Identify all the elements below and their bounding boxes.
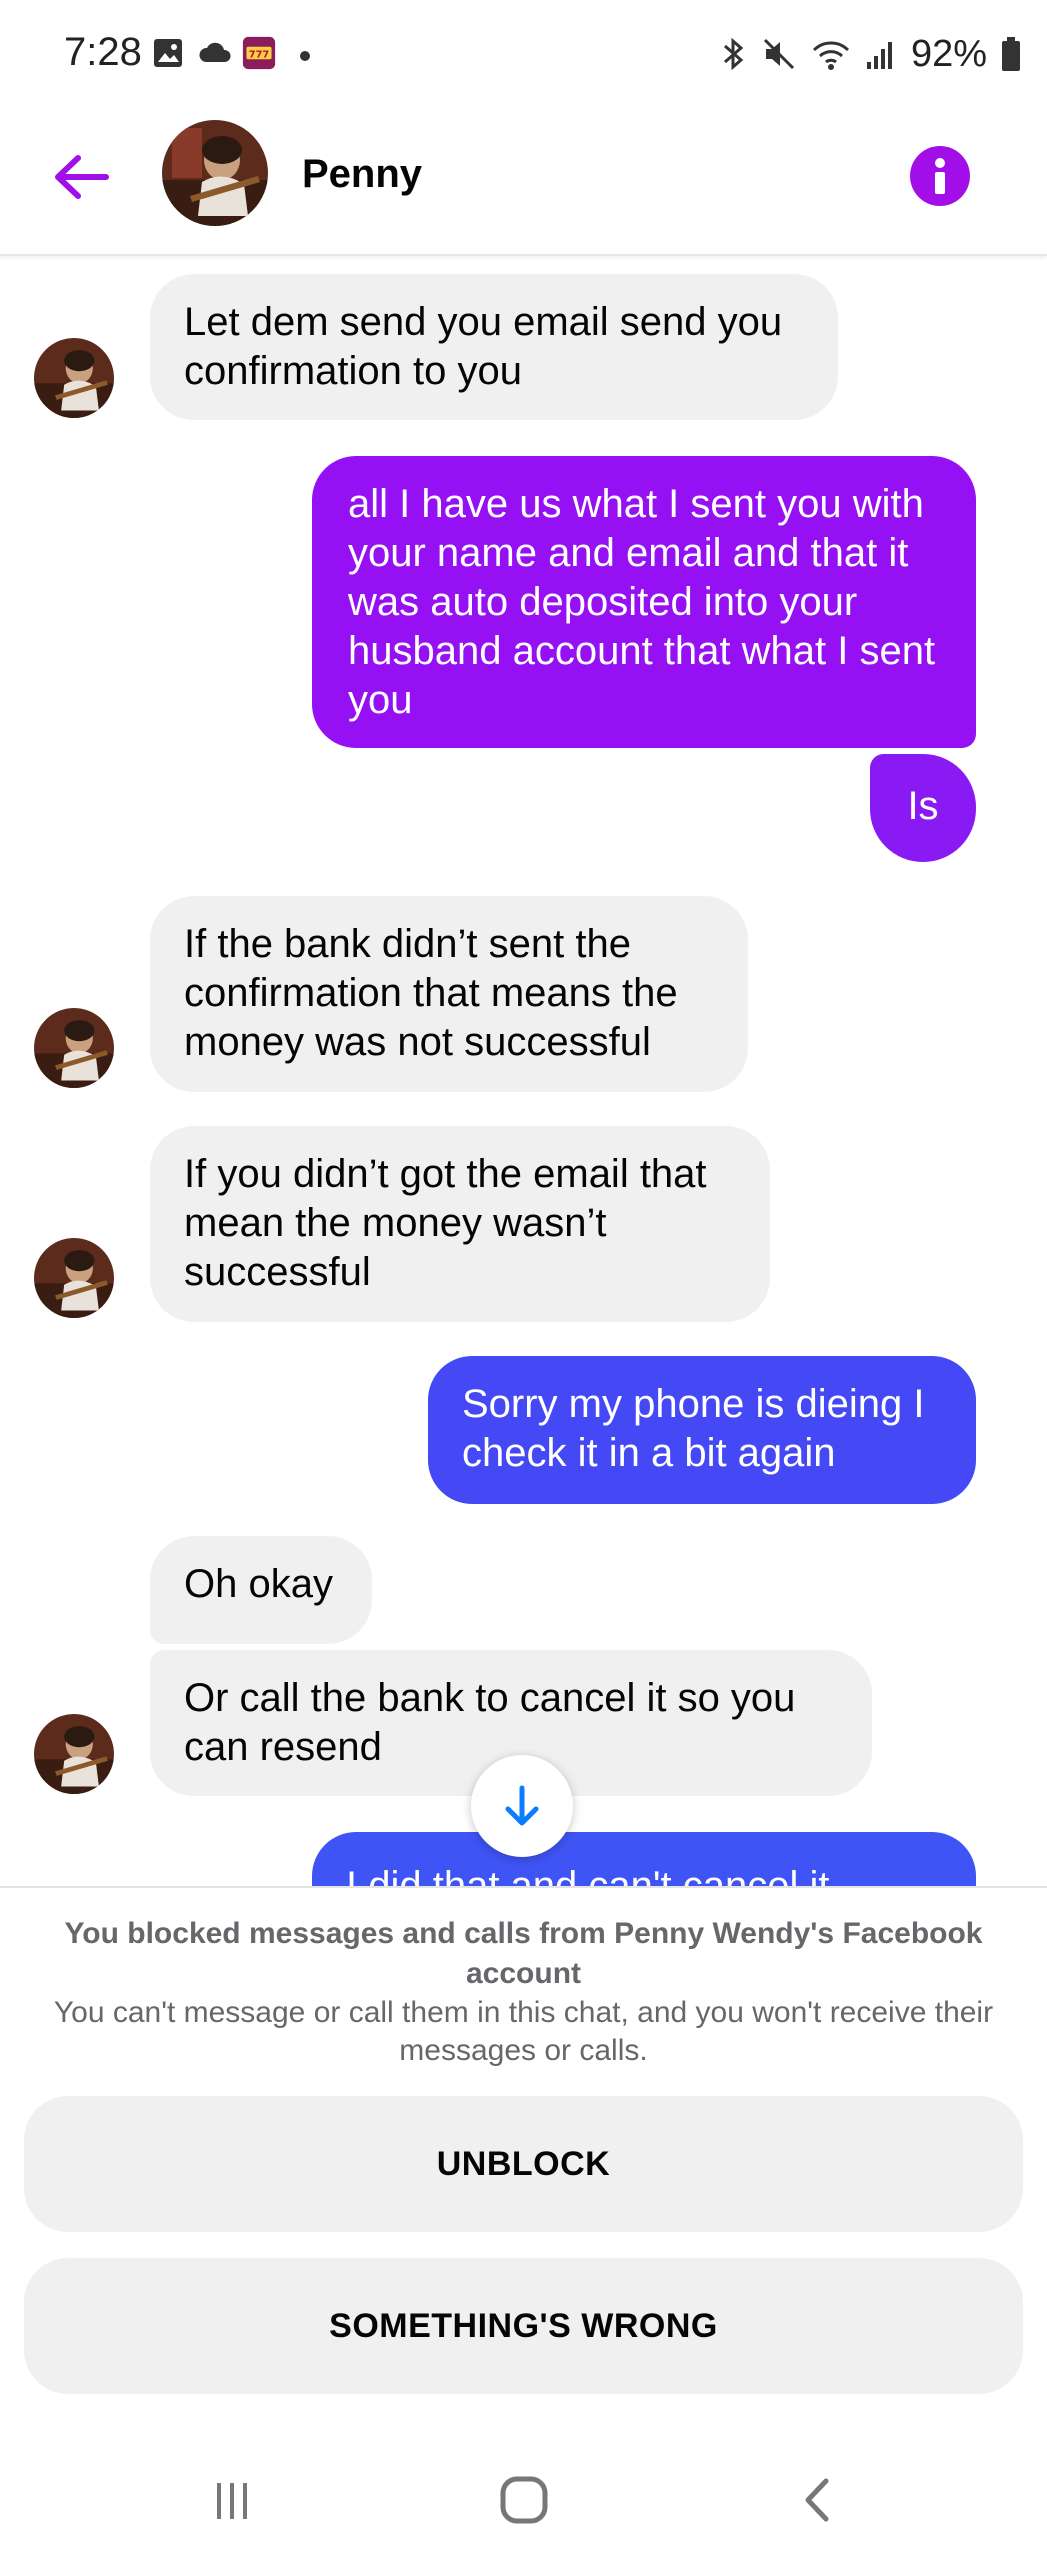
battery-percentage: 92% (910, 32, 987, 75)
system-nav-bar (0, 2440, 1047, 2560)
message-list[interactable]: Let dem send you email send you confirma… (0, 256, 1047, 1886)
contact-avatar[interactable] (162, 120, 268, 226)
signal-icon (866, 42, 892, 69)
svg-text:777: 777 (249, 49, 270, 60)
outgoing-message[interactable]: Is (870, 754, 976, 862)
status-time: 7:28 (64, 30, 142, 74)
contact-name[interactable]: Penny (302, 152, 422, 197)
mute-icon (763, 38, 794, 70)
blocked-title: You blocked messages and calls from Penn… (64, 1917, 983, 1990)
avatar-image (34, 1008, 114, 1088)
home-button[interactable] (494, 2470, 554, 2530)
outgoing-message[interactable]: Sorry my phone is dieing I check it in a… (428, 1356, 976, 1504)
battery-icon (1002, 37, 1020, 71)
recent-apps-button[interactable] (202, 2470, 262, 2530)
scroll-to-bottom-button[interactable] (471, 1755, 573, 1857)
avatar-image (34, 1714, 114, 1794)
unblock-button[interactable]: UNBLOCK (24, 2096, 1023, 2232)
sender-avatar[interactable] (34, 1238, 114, 1318)
wifi-icon (812, 41, 849, 70)
gallery-icon (154, 39, 182, 67)
incoming-message[interactable]: Oh okay (150, 1536, 372, 1644)
avatar-image (162, 120, 268, 226)
info-icon (935, 158, 945, 194)
somethings-wrong-button[interactable]: SOMETHING'S WRONG (24, 2258, 1023, 2394)
blocked-description: You can't message or call them in this c… (53, 1996, 994, 2067)
info-button[interactable] (910, 146, 970, 206)
avatar-image (34, 338, 114, 418)
home-icon (500, 2476, 548, 2524)
slots-app-icon: 777 (242, 36, 276, 70)
outgoing-message[interactable]: all I have us what I sent you with your … (312, 456, 976, 748)
status-right: 92% (719, 30, 1021, 78)
back-button[interactable] (44, 140, 118, 214)
recent-apps-icon (217, 2483, 247, 2519)
outgoing-message[interactable]: I did that and can't cancel it (312, 1832, 976, 1886)
sender-avatar[interactable] (34, 1008, 114, 1088)
conversation-header: Penny (0, 110, 1047, 256)
arrow-left-icon (55, 155, 109, 199)
incoming-message[interactable]: If the bank didn’t sent the confirmation… (150, 896, 748, 1092)
back-nav-icon (805, 2478, 829, 2522)
sender-avatar[interactable] (34, 1714, 114, 1794)
status-bar: 7:28 777 92% (0, 0, 1047, 110)
bluetooth-icon (723, 37, 744, 71)
incoming-message[interactable]: Let dem send you email send you confirma… (150, 274, 838, 420)
cloud-icon (199, 42, 231, 62)
incoming-message[interactable]: If you didn’t got the email that mean th… (150, 1126, 770, 1322)
sender-avatar[interactable] (34, 338, 114, 418)
back-nav-button[interactable] (788, 2470, 848, 2530)
dot-icon (300, 51, 310, 61)
arrow-down-icon (505, 1785, 539, 1826)
avatar-image (34, 1238, 114, 1318)
